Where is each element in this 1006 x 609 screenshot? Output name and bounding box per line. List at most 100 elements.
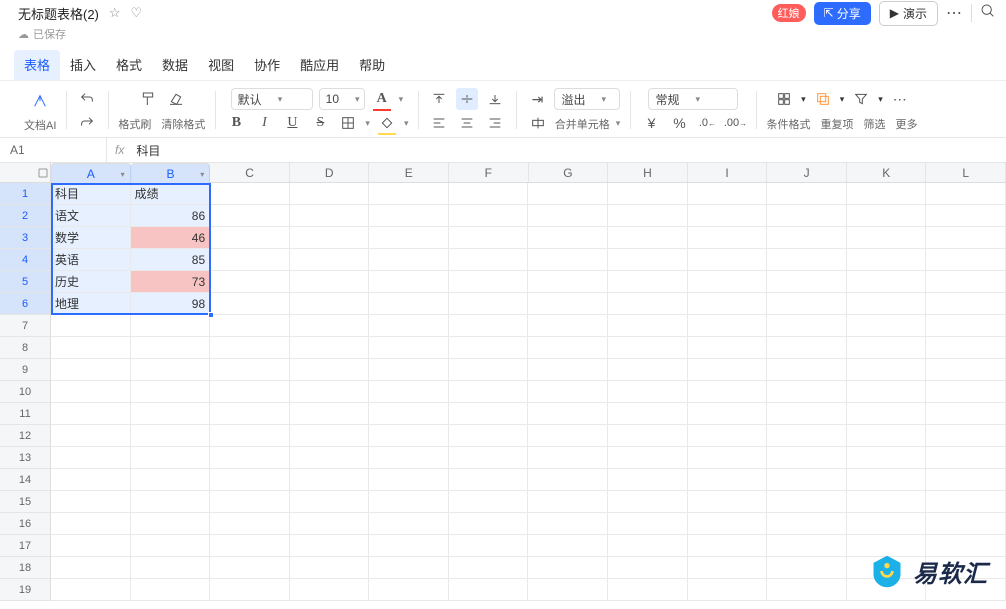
- cell-K12[interactable]: [847, 425, 927, 447]
- cell-B18[interactable]: [131, 557, 211, 579]
- col-header-J[interactable]: J: [767, 163, 847, 182]
- cell-I11[interactable]: [688, 403, 768, 425]
- cell-H14[interactable]: [608, 469, 688, 491]
- cell-A6[interactable]: 地理: [51, 293, 131, 315]
- cell-B13[interactable]: [131, 447, 211, 469]
- cell-L5[interactable]: [926, 271, 1006, 293]
- cell-E3[interactable]: [369, 227, 449, 249]
- col-header-G[interactable]: G: [529, 163, 609, 182]
- wrap-icon[interactable]: ⇥: [526, 88, 548, 110]
- cell-L4[interactable]: [926, 249, 1006, 271]
- cell-F1[interactable]: [449, 183, 529, 205]
- row-header-13[interactable]: 13: [0, 447, 51, 469]
- cell-A16[interactable]: [51, 513, 131, 535]
- row-header-4[interactable]: 4: [0, 249, 51, 271]
- cell-H18[interactable]: [608, 557, 688, 579]
- cell-K14[interactable]: [847, 469, 927, 491]
- menu-item-3[interactable]: 数据: [152, 50, 198, 80]
- document-title[interactable]: 无标题表格(2): [18, 4, 99, 23]
- cell-C16[interactable]: [210, 513, 290, 535]
- cell-L13[interactable]: [926, 447, 1006, 469]
- cell-G4[interactable]: [528, 249, 608, 271]
- cell-I15[interactable]: [688, 491, 768, 513]
- cell-J12[interactable]: [767, 425, 847, 447]
- cell-A5[interactable]: 历史: [51, 271, 131, 293]
- menu-item-0[interactable]: 表格: [14, 50, 60, 80]
- fill-color-button[interactable]: [376, 112, 398, 134]
- cell-I14[interactable]: [688, 469, 768, 491]
- bold-button[interactable]: B: [225, 112, 247, 134]
- cell-D1[interactable]: [290, 183, 370, 205]
- cell-G7[interactable]: [528, 315, 608, 337]
- cell-C15[interactable]: [210, 491, 290, 513]
- cell-G17[interactable]: [528, 535, 608, 557]
- row-header-5[interactable]: 5: [0, 271, 51, 293]
- cell-A9[interactable]: [51, 359, 131, 381]
- cell-I13[interactable]: [688, 447, 768, 469]
- cell-B7[interactable]: [131, 315, 211, 337]
- cell-A7[interactable]: [51, 315, 131, 337]
- cell-I4[interactable]: [688, 249, 768, 271]
- cell-J8[interactable]: [767, 337, 847, 359]
- cell-G10[interactable]: [528, 381, 608, 403]
- cell-C10[interactable]: [210, 381, 290, 403]
- row-header-12[interactable]: 12: [0, 425, 51, 447]
- cell-K3[interactable]: [847, 227, 927, 249]
- cell-E11[interactable]: [369, 403, 449, 425]
- cell-H10[interactable]: [608, 381, 688, 403]
- row-header-7[interactable]: 7: [0, 315, 51, 337]
- cell-C3[interactable]: [210, 227, 290, 249]
- col-header-D[interactable]: D: [290, 163, 370, 182]
- cell-A10[interactable]: [51, 381, 131, 403]
- cell-C1[interactable]: [210, 183, 290, 205]
- cell-A8[interactable]: [51, 337, 131, 359]
- cell-L2[interactable]: [926, 205, 1006, 227]
- font-size-select[interactable]: 10▾: [319, 88, 365, 110]
- cell-C5[interactable]: [210, 271, 290, 293]
- cell-L16[interactable]: [926, 513, 1006, 535]
- cell-F6[interactable]: [449, 293, 529, 315]
- cell-E14[interactable]: [369, 469, 449, 491]
- cell-B15[interactable]: [131, 491, 211, 513]
- cell-D13[interactable]: [290, 447, 370, 469]
- cell-D17[interactable]: [290, 535, 370, 557]
- cell-E18[interactable]: [369, 557, 449, 579]
- cell-G8[interactable]: [528, 337, 608, 359]
- cell-E5[interactable]: [369, 271, 449, 293]
- cell-K16[interactable]: [847, 513, 927, 535]
- menu-item-7[interactable]: 帮助: [349, 50, 395, 80]
- cell-D4[interactable]: [290, 249, 370, 271]
- cell-J14[interactable]: [767, 469, 847, 491]
- underline-button[interactable]: U: [281, 112, 303, 134]
- cell-J6[interactable]: [767, 293, 847, 315]
- cell-B12[interactable]: [131, 425, 211, 447]
- cond-fmt-icon[interactable]: [773, 88, 795, 110]
- col-header-B[interactable]: B▾: [131, 163, 211, 185]
- cell-B2[interactable]: 86: [131, 205, 211, 227]
- cell-H9[interactable]: [608, 359, 688, 381]
- cell-D10[interactable]: [290, 381, 370, 403]
- cell-C19[interactable]: [210, 579, 290, 601]
- cell-H19[interactable]: [608, 579, 688, 601]
- menu-item-5[interactable]: 协作: [244, 50, 290, 80]
- cell-I5[interactable]: [688, 271, 768, 293]
- cell-B10[interactable]: [131, 381, 211, 403]
- cell-J11[interactable]: [767, 403, 847, 425]
- cell-D12[interactable]: [290, 425, 370, 447]
- cell-C9[interactable]: [210, 359, 290, 381]
- cell-J3[interactable]: [767, 227, 847, 249]
- align-bottom-button[interactable]: [484, 88, 506, 110]
- user-badge[interactable]: 红娘: [772, 4, 806, 22]
- cell-E17[interactable]: [369, 535, 449, 557]
- cell-H7[interactable]: [608, 315, 688, 337]
- align-center-button[interactable]: [456, 112, 478, 134]
- cell-C6[interactable]: [210, 293, 290, 315]
- cell-J19[interactable]: [767, 579, 847, 601]
- doc-ai-icon[interactable]: [26, 87, 54, 115]
- cell-A18[interactable]: [51, 557, 131, 579]
- cell-B5[interactable]: 73: [131, 271, 211, 293]
- cell-L8[interactable]: [926, 337, 1006, 359]
- cell-A3[interactable]: 数学: [51, 227, 131, 249]
- row-header-3[interactable]: 3: [0, 227, 51, 249]
- cell-E9[interactable]: [369, 359, 449, 381]
